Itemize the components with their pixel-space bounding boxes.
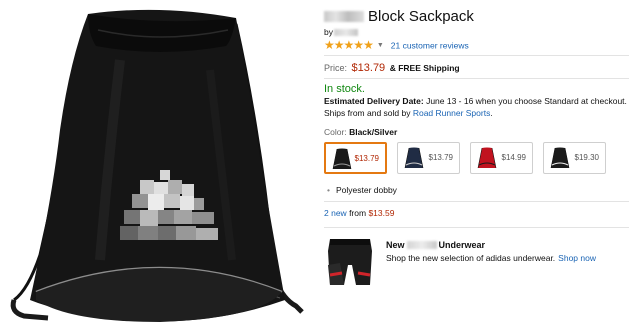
half-star-icon: ★ — [363, 38, 374, 52]
ad-copy: Shop the new selection of adidas underwe… — [386, 253, 596, 263]
swatch-bag-thumbnail — [550, 147, 570, 169]
free-shipping-label: & FREE Shipping — [389, 63, 460, 73]
brand-redacted — [406, 241, 437, 249]
seller-link[interactable]: Road Runner Sports — [413, 108, 491, 118]
sackpack-image — [10, 9, 304, 322]
star-rating[interactable]: ★★★★★ — [324, 38, 374, 54]
swatch-price: $14.99 — [501, 153, 526, 162]
color-swatch[interactable]: $14.99 — [470, 142, 533, 174]
swatch-bag-thumbnail — [477, 147, 497, 169]
delivery-text: June 13 - 16 when you choose Standard at… — [426, 96, 627, 106]
brand-link-redacted[interactable] — [333, 29, 358, 36]
product-title[interactable]: Block Sackpack — [324, 7, 474, 27]
star-icon: ★ — [333, 38, 345, 52]
star-icon: ★ — [353, 38, 364, 52]
delivery-estimate: Estimated Delivery Date: June 13 - 16 wh… — [324, 96, 627, 107]
rating-row: ★★★★★ ▼ 21 customer reviews — [324, 38, 469, 54]
star-icon: ★ — [324, 38, 335, 52]
color-label: Color: — [324, 127, 347, 137]
color-swatch[interactable]: $13.79 — [324, 142, 387, 174]
stock-status: In stock. — [324, 83, 365, 95]
swatch-bag-thumbnail — [332, 148, 352, 170]
brand-byline[interactable]: by — [324, 27, 358, 38]
shop-now-link[interactable]: Shop now — [558, 253, 596, 263]
swatch-price: $19.30 — [574, 153, 599, 162]
sponsored-ad: New Underwear Shop the new selection of a… — [324, 235, 629, 295]
delivery-label: Estimated Delivery Date: — [324, 96, 424, 106]
color-selection: Color: Black/Silver — [324, 127, 397, 138]
customer-reviews-link[interactable]: 21 customer reviews — [391, 40, 469, 50]
price-label: Price: — [324, 63, 348, 73]
color-swatch[interactable]: $13.79 — [397, 142, 460, 174]
new-offers: 2 new from $13.59 — [324, 208, 395, 218]
offer-price: $13.59 — [368, 208, 395, 218]
seller-info: Ships from and sold by Road Runner Sport… — [324, 108, 493, 118]
divider — [324, 55, 629, 56]
swatch-bag-thumbnail — [404, 147, 424, 169]
swatch-price: $13.79 — [354, 154, 379, 163]
color-swatch[interactable]: $19.30 — [543, 142, 606, 174]
underwear-thumbnail[interactable] — [324, 235, 376, 289]
brand-redacted — [324, 11, 364, 22]
swatch-price: $13.79 — [428, 153, 453, 162]
price-row: Price: $13.79 & FREE Shipping — [324, 61, 460, 75]
color-swatches: $13.79 $13.79 $14.99 $19.30 — [324, 142, 629, 176]
divider — [324, 227, 629, 228]
divider — [324, 78, 629, 79]
ad-title[interactable]: New Underwear — [386, 240, 485, 252]
price-value: $13.79 — [351, 62, 386, 74]
divider — [324, 201, 629, 202]
product-image[interactable] — [0, 0, 310, 331]
bullet-icon: • — [327, 185, 330, 195]
new-offers-link[interactable]: 2 new — [324, 208, 347, 218]
feature-bullet: • Polyester dobby — [327, 185, 397, 195]
chevron-down-icon[interactable]: ▼ — [377, 42, 384, 49]
product-details: Block Sackpack by ★★★★★ ▼ 21 customer rev… — [324, 0, 629, 331]
star-icon: ★ — [343, 38, 355, 52]
color-value: Black/Silver — [349, 127, 398, 137]
